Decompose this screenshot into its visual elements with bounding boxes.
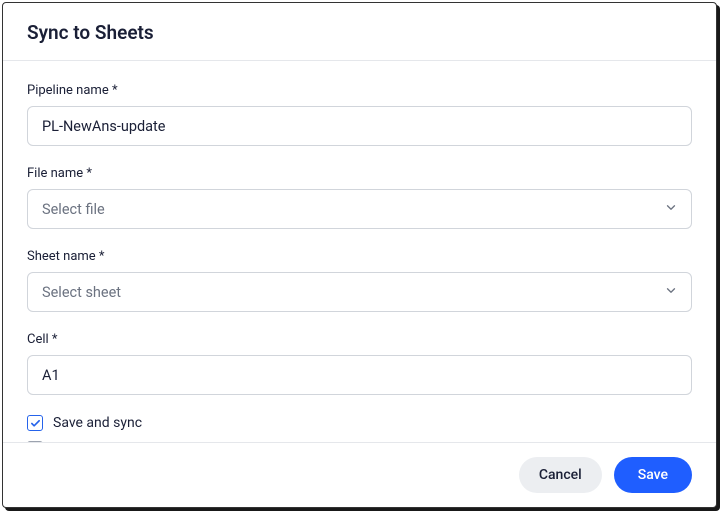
sheet-name-placeholder: Select sheet [42, 284, 121, 301]
sheet-name-group: Sheet name * Select sheet [27, 249, 692, 312]
sheet-name-label: Sheet name * [27, 249, 692, 264]
cell-input[interactable] [27, 355, 692, 395]
file-name-label: File name * [27, 166, 692, 181]
dialog-body: Pipeline name * File name * Select file … [3, 61, 716, 442]
save-and-sync-checkbox[interactable] [27, 415, 43, 431]
file-name-placeholder: Select file [42, 201, 105, 218]
pipeline-name-group: Pipeline name * [27, 83, 692, 146]
pipeline-name-input[interactable] [27, 106, 692, 146]
file-name-select[interactable]: Select file [27, 189, 692, 229]
file-name-group: File name * Select file [27, 166, 692, 229]
save-and-sync-row: Save and sync [27, 415, 692, 431]
save-button[interactable]: Save [614, 457, 692, 493]
cancel-button[interactable]: Cancel [519, 457, 602, 493]
cell-label: Cell * [27, 332, 692, 347]
save-and-sync-label: Save and sync [53, 415, 142, 431]
pipeline-name-label: Pipeline name * [27, 83, 692, 98]
dialog-title: Sync to Sheets [27, 21, 692, 44]
dialog-footer: Cancel Save [3, 442, 716, 507]
cell-group: Cell * [27, 332, 692, 395]
sync-dialog: Sync to Sheets Pipeline name * File name… [2, 2, 717, 508]
dialog-header: Sync to Sheets [3, 3, 716, 61]
sheet-name-select[interactable]: Select sheet [27, 272, 692, 312]
